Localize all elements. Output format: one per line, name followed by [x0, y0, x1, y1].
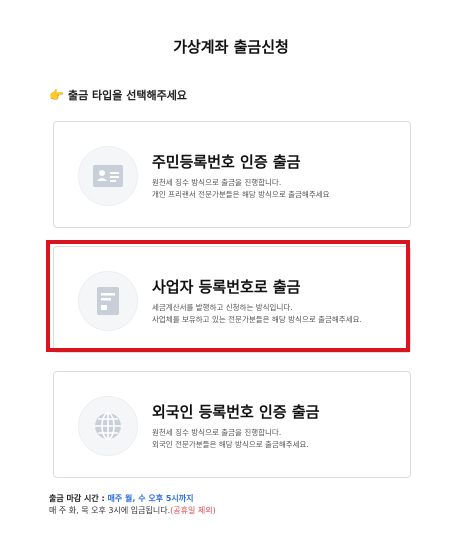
option-description: 원천세 징수 방식으로 출금을 진행합니다. 개인 프리랜서 전문가분들은 해당…	[152, 178, 330, 199]
option-title: 사업자 등록번호로 출금	[152, 278, 301, 296]
deposit-text: 매 주 화, 목 오후 3시에 입금됩니다.	[49, 506, 171, 515]
deadline-value: 매주 월, 수 오후 5시까지	[107, 494, 194, 503]
page-title: 가상계좌 출금신청	[173, 38, 289, 56]
id-card-icon	[78, 146, 138, 206]
option-card-business-number[interactable]: 사업자 등록번호로 출금 세금계산서를 발행하고 신청하는 방식입니다. 사업체…	[53, 246, 411, 353]
section-label-text: 출금 타입을 선택해주세요	[67, 89, 187, 102]
document-icon	[78, 271, 138, 331]
deadline-label: 출금 마감 시간 :	[49, 494, 108, 503]
pointing-hand-icon: 👉	[49, 88, 64, 102]
option-description: 원천세 징수 방식으로 출금을 진행합니다. 외국인 전문가분들은 해당 방식으…	[152, 428, 309, 449]
option-title: 주민등록번호 인증 출금	[152, 153, 301, 171]
option-card-resident-id[interactable]: 주민등록번호 인증 출금 원천세 징수 방식으로 출금을 진행합니다. 개인 프…	[53, 121, 411, 228]
option-description: 세금계산서를 발행하고 신청하는 방식입니다. 사업체를 보유하고 있는 전문가…	[152, 303, 362, 324]
globe-icon	[78, 396, 138, 456]
option-card-foreigner-number[interactable]: 외국인 등록번호 인증 출금 원천세 징수 방식으로 출금을 진행합니다. 외국…	[53, 371, 411, 478]
section-label: 👉 출금 타입을 선택해주세요	[49, 87, 187, 103]
option-title: 외국인 등록번호 인증 출금	[152, 403, 320, 421]
withdrawal-schedule-note: 출금 마감 시간 : 매주 월, 수 오후 5시까지 매 주 화, 목 오후 3…	[49, 493, 216, 517]
holiday-note: (공휴일 제외)	[170, 506, 216, 515]
